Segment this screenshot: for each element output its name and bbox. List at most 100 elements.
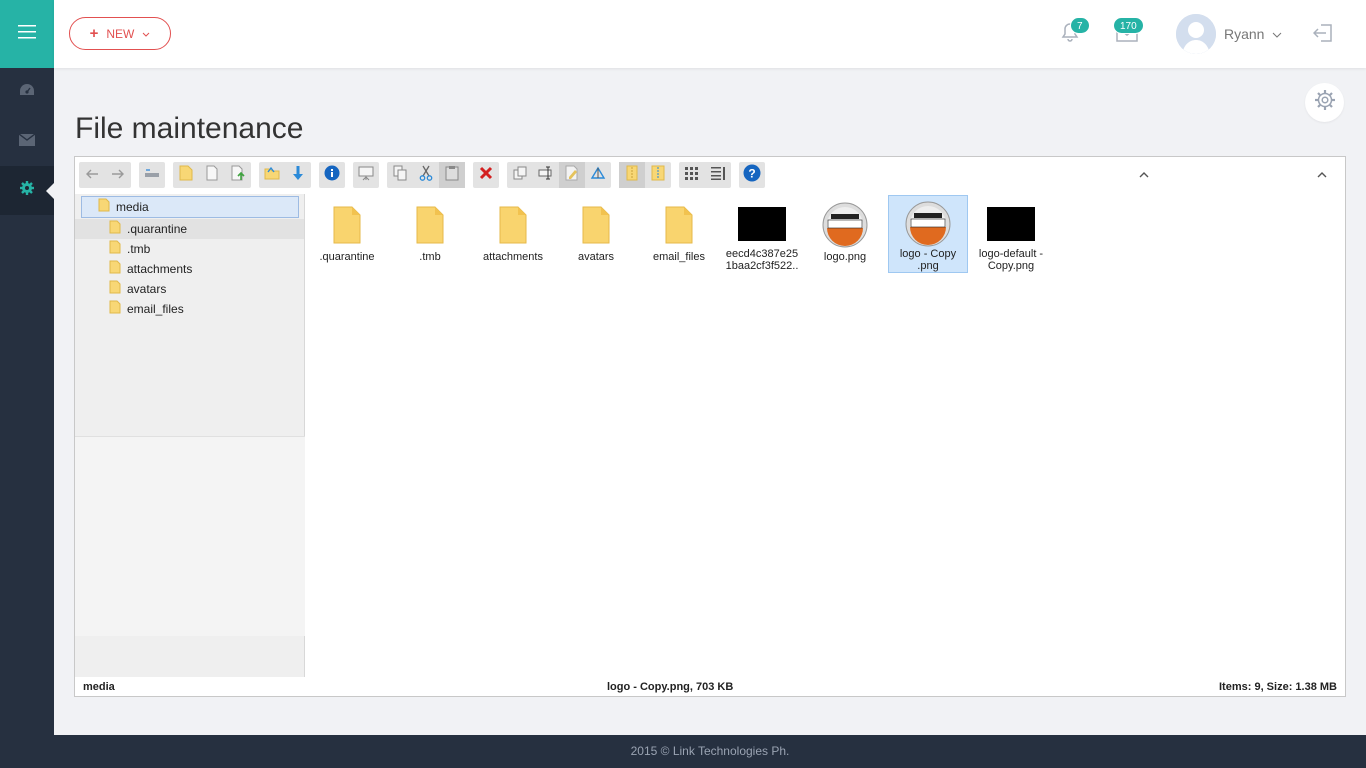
chevron-down-icon	[1272, 25, 1282, 43]
dashboard-icon	[19, 83, 35, 102]
collapse-toolbar-button[interactable]	[1139, 167, 1149, 182]
tree-item-label: .tmb	[127, 242, 151, 256]
edit-button[interactable]	[559, 162, 585, 188]
file-item[interactable]: logo-default - Copy.png	[971, 195, 1051, 273]
folder-icon	[488, 199, 538, 251]
file-name: logo-default - Copy.png	[978, 248, 1044, 272]
drive-icon	[144, 166, 160, 184]
resize-button[interactable]	[585, 162, 611, 188]
copy-button[interactable]	[387, 162, 413, 188]
preview-button[interactable]	[353, 162, 379, 188]
file-item[interactable]: .tmb	[390, 195, 470, 273]
status-path: media	[83, 681, 115, 693]
new-file-button[interactable]	[199, 162, 225, 188]
arrow-left-icon	[85, 166, 99, 184]
file-name: eecd4c387e251baa2cf3f522..	[725, 248, 799, 272]
file-item[interactable]: avatars	[556, 195, 636, 273]
top-header: + NEW 7 170 Ryann	[54, 0, 1366, 68]
logo-thumbnail	[903, 199, 953, 248]
archive-button[interactable]	[645, 162, 671, 188]
info-icon	[324, 165, 340, 186]
open-button[interactable]	[259, 162, 285, 188]
download-icon	[292, 165, 304, 186]
sidebar	[0, 0, 54, 768]
clipboard-icon	[445, 165, 459, 186]
file-name: email_files	[653, 251, 705, 263]
gear-icon	[1314, 89, 1336, 116]
folder-icon	[109, 260, 121, 279]
tree-item-label: email_files	[127, 302, 184, 316]
folder-icon	[179, 165, 193, 186]
sidebar-item-settings[interactable]	[0, 166, 54, 215]
folder-icon	[109, 240, 121, 259]
messages-button[interactable]: 170	[1113, 17, 1144, 47]
rename-button[interactable]	[533, 162, 559, 188]
copy-icon	[393, 165, 407, 186]
messages-badge: 170	[1113, 17, 1144, 34]
icons-view-button[interactable]	[679, 162, 705, 188]
file-name: logo - Copy .png	[899, 248, 957, 272]
folder-icon	[98, 198, 110, 217]
new-folder-button[interactable]	[173, 162, 199, 188]
notifications-button[interactable]: 7	[1061, 17, 1090, 49]
extract-button[interactable]	[619, 162, 645, 188]
tree-item-quarantine[interactable]: .quarantine	[75, 219, 304, 239]
info-button[interactable]	[319, 162, 345, 188]
back-button[interactable]	[79, 162, 105, 188]
svg-text:?: ?	[748, 166, 755, 180]
collapse-panel-button[interactable]	[1317, 167, 1327, 182]
help-icon: ?	[743, 164, 761, 187]
new-button[interactable]: + NEW	[69, 17, 171, 50]
file-item[interactable]: logo.png	[805, 195, 885, 273]
file-toolbar: ?	[75, 157, 1345, 194]
folder-open-icon	[264, 166, 280, 185]
menu-toggle-button[interactable]	[0, 0, 54, 68]
list-view-button[interactable]	[705, 162, 731, 188]
chevron-down-icon	[142, 27, 150, 41]
upload-icon	[231, 165, 245, 186]
tree-item-avatars[interactable]: avatars	[75, 279, 304, 299]
tree-item-email-files[interactable]: email_files	[75, 299, 304, 319]
folder-icon	[405, 199, 455, 251]
sidebar-item-dashboard[interactable]	[0, 68, 54, 117]
folder-icon	[109, 280, 121, 299]
duplicate-icon	[513, 166, 527, 185]
upload-button[interactable]	[225, 162, 251, 188]
rename-icon	[538, 166, 554, 185]
tree-item-tmb[interactable]: .tmb	[75, 239, 304, 259]
file-item[interactable]: logo - Copy .png	[888, 195, 968, 273]
help-button[interactable]: ?	[739, 162, 765, 188]
delete-button[interactable]	[473, 162, 499, 188]
tree-item-media[interactable]: media	[81, 196, 299, 218]
file-name: .quarantine	[319, 251, 375, 263]
file-item[interactable]: .quarantine	[307, 195, 387, 273]
download-button[interactable]	[285, 162, 311, 188]
user-menu[interactable]: Ryann	[1176, 14, 1282, 54]
file-item[interactable]: eecd4c387e251baa2cf3f522..	[722, 195, 802, 273]
folder-icon	[109, 300, 121, 319]
sidebar-item-mail[interactable]	[0, 117, 54, 166]
chevron-up-icon	[1139, 172, 1149, 178]
tree-item-attachments[interactable]: attachments	[75, 259, 304, 279]
status-bar: media logo - Copy.png, 703 KB Items: 9, …	[75, 678, 1345, 696]
logout-button[interactable]	[1312, 23, 1333, 48]
new-button-label: NEW	[106, 26, 135, 41]
duplicate-button[interactable]	[507, 162, 533, 188]
grid-icon	[684, 166, 700, 185]
cut-button[interactable]	[413, 162, 439, 188]
archive-icon	[651, 165, 665, 186]
folder-tree: media .quarantine .tmb attachments avata…	[75, 194, 305, 677]
user-name: Ryann	[1224, 26, 1265, 42]
folder-icon	[571, 199, 621, 251]
forward-button[interactable]	[105, 162, 131, 188]
status-summary: Items: 9, Size: 1.38 MB	[1219, 681, 1337, 693]
file-item[interactable]: email_files	[639, 195, 719, 273]
page-settings-button[interactable]	[1305, 83, 1344, 122]
reload-button[interactable]	[139, 162, 165, 188]
file-item[interactable]: attachments	[473, 195, 553, 273]
chevron-up-icon	[1317, 172, 1327, 178]
file-name: logo.png	[823, 251, 867, 263]
paste-button[interactable]	[439, 162, 465, 188]
hamburger-icon	[18, 24, 36, 44]
notifications-badge: 7	[1070, 17, 1090, 34]
